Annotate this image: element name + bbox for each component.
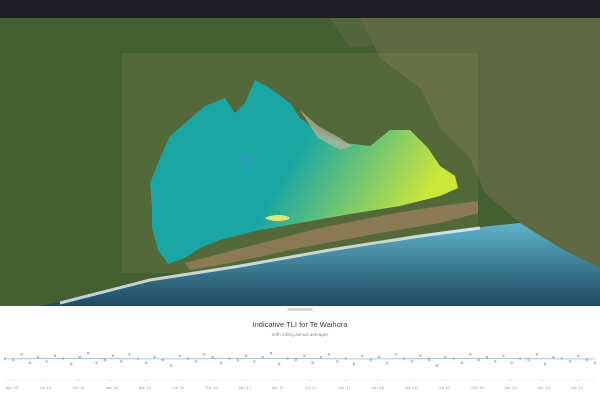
data-point (577, 354, 580, 357)
x-tick-label: Jul '18 (438, 385, 450, 390)
data-point (444, 356, 447, 359)
data-point (327, 353, 331, 356)
data-point (203, 353, 206, 356)
data-point (103, 358, 106, 362)
top-bar (0, 0, 600, 18)
map-canvas[interactable] (0, 18, 600, 306)
tli-chart[interactable]: Apr '15 Jul '15 Oct '15 Jan '16 Apr '16 Jul '… (0, 344, 600, 394)
data-point (219, 361, 223, 364)
data-point (120, 360, 123, 363)
data-point (153, 356, 156, 359)
x-tick-label: Jul '16 (172, 385, 184, 390)
data-point (253, 360, 256, 363)
data-point (128, 353, 131, 356)
data-point (361, 354, 364, 357)
data-point (527, 358, 530, 362)
data-point (269, 351, 273, 355)
data-point (28, 361, 32, 364)
data-point (411, 360, 414, 363)
data-point (419, 354, 422, 357)
location-marker-dot (243, 160, 247, 164)
data-point (236, 358, 239, 362)
data-point (20, 353, 23, 356)
data-point (111, 354, 115, 357)
data-point (319, 356, 322, 359)
x-tick-label: Oct '18 (471, 385, 484, 390)
data-point (45, 360, 48, 363)
data-point (194, 360, 198, 363)
data-point (485, 356, 489, 359)
data-point (70, 363, 73, 366)
data-point (552, 356, 555, 359)
data-point (145, 361, 148, 364)
x-tick-label: Jan '18 (371, 385, 385, 390)
chart-title: Indicative TLI for Te Waihora (252, 320, 348, 329)
data-point (244, 354, 248, 357)
data-point (543, 363, 547, 366)
data-point (477, 358, 480, 362)
data-point (37, 356, 40, 359)
data-point (494, 360, 497, 363)
x-tick-label: Jul '17 (305, 385, 317, 390)
data-point (593, 361, 597, 364)
data-point (427, 358, 430, 362)
data-point (53, 354, 57, 357)
data-point (303, 354, 306, 357)
x-tick-label: Apr '15 (6, 385, 19, 390)
data-point (510, 361, 514, 364)
data-point (170, 364, 173, 367)
x-tick-label: Oct '15 (72, 385, 85, 390)
chart-subtitle: With rolling annual averages (271, 332, 329, 337)
data-point (311, 361, 314, 364)
data-point (278, 363, 281, 366)
x-tick-label: Oct '16 (205, 385, 218, 390)
x-tick-label: Jan '17 (238, 385, 252, 390)
data-point (394, 353, 397, 356)
data-point (568, 360, 572, 363)
x-tick-label: Jul '19 (571, 385, 583, 390)
data-point (469, 353, 472, 356)
x-tick-label: Apr '16 (139, 385, 152, 390)
data-point (352, 363, 356, 366)
data-point (377, 356, 381, 359)
data-point (211, 356, 214, 359)
data-point (460, 361, 464, 364)
x-tick-label: Apr '18 (405, 385, 418, 390)
x-tick-label: Jul '15 (40, 385, 52, 390)
chart-panel: Indicative TLI for Te Waihora With rolli… (0, 306, 600, 403)
x-tick-label: Jan '19 (504, 385, 518, 390)
satellite-map[interactable] (0, 18, 600, 306)
data-point (386, 361, 389, 364)
x-tick-label: Apr '17 (272, 385, 285, 390)
x-tick-label: Jan '16 (105, 385, 119, 390)
data-point (86, 351, 90, 355)
data-point (261, 356, 264, 359)
data-point (435, 364, 439, 367)
x-tick-label: Oct '17 (338, 385, 351, 390)
data-point (535, 353, 538, 356)
x-tick-label: Apr '19 (537, 385, 550, 390)
data-point (502, 354, 505, 357)
data-point (178, 354, 181, 357)
data-point (336, 360, 339, 363)
data-point (95, 361, 98, 364)
data-point (294, 358, 297, 362)
data-point (78, 356, 82, 359)
panel-drag-handle[interactable] (287, 308, 313, 311)
